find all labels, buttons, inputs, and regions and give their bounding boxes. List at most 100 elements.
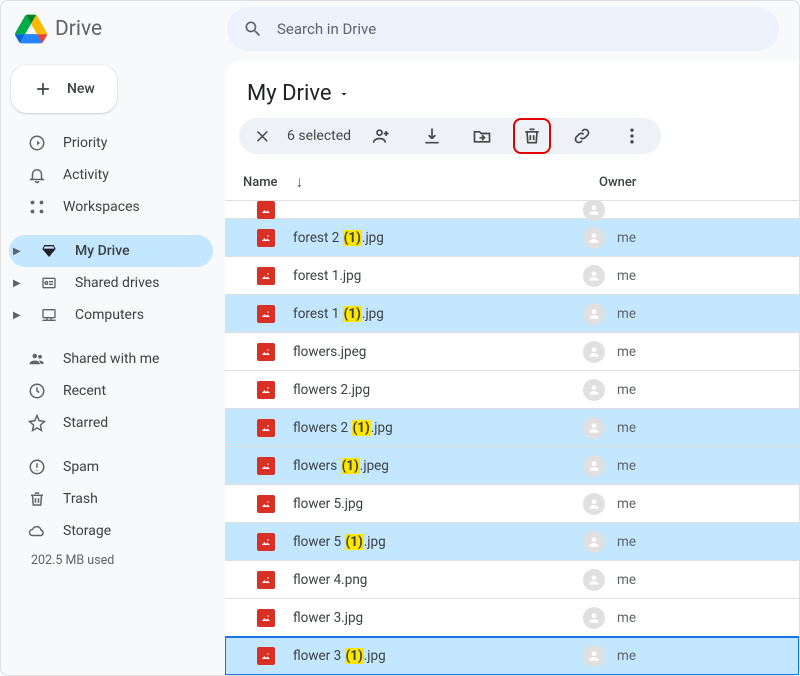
image-icon xyxy=(257,457,275,475)
clear-selection-button[interactable] xyxy=(249,118,275,154)
more-actions-button[interactable] xyxy=(613,118,651,154)
file-row[interactable]: flowers (1).jpeg me xyxy=(225,447,799,485)
owner-avatar-icon xyxy=(583,227,605,249)
file-name: flower 5.jpg xyxy=(293,496,363,512)
image-icon xyxy=(257,201,275,219)
file-row[interactable]: flowers 2.jpg me xyxy=(225,371,799,409)
owner-avatar-icon xyxy=(583,645,605,667)
file-owner: me xyxy=(617,268,636,284)
storage-used: 202.5 MB used xyxy=(9,547,213,568)
image-icon xyxy=(257,609,275,627)
sidebar-item-label: Shared with me xyxy=(63,351,159,367)
workspaces-icon xyxy=(27,198,47,216)
file-owner: me xyxy=(617,610,636,626)
file-row[interactable]: forest 1 (1).jpgme xyxy=(225,295,799,333)
file-owner: me xyxy=(617,458,636,474)
file-name: flowers (1).jpeg xyxy=(293,458,389,474)
new-button-label: New xyxy=(67,81,95,97)
file-row-partial[interactable] xyxy=(225,201,799,219)
expand-icon[interactable]: ▶ xyxy=(13,278,23,289)
file-owner: me xyxy=(617,306,636,322)
bell-icon xyxy=(27,166,47,184)
owner-avatar-icon xyxy=(583,607,605,629)
column-header-name[interactable]: Name xyxy=(243,175,278,190)
file-owner: me xyxy=(617,648,636,664)
file-row[interactable]: forest 2 (1).jpgme xyxy=(225,219,799,257)
file-owner: me xyxy=(617,534,636,550)
sidebar-item-label: Workspaces xyxy=(63,199,140,215)
priority-icon xyxy=(27,134,47,152)
owner-avatar-icon xyxy=(583,201,605,221)
get-link-button[interactable] xyxy=(563,118,601,154)
sidebar-item-shared-drives[interactable]: ▶ Shared drives xyxy=(9,267,213,299)
drive-logo-icon xyxy=(15,13,47,45)
image-icon xyxy=(257,571,275,589)
page-title-text: My Drive xyxy=(247,81,332,106)
share-button[interactable] xyxy=(363,118,401,154)
file-name: flower 5 (1).jpg xyxy=(293,534,386,550)
sidebar-item-spam[interactable]: Spam xyxy=(9,451,213,483)
image-icon xyxy=(257,229,275,247)
sort-arrow-icon[interactable]: ↓ xyxy=(296,172,304,192)
sidebar-item-label: Starred xyxy=(63,415,108,431)
plus-icon xyxy=(33,79,53,99)
file-name: forest 1.jpg xyxy=(293,268,361,284)
sidebar-item-label: Storage xyxy=(63,523,111,539)
cloud-icon xyxy=(27,522,47,540)
selection-count: 6 selected xyxy=(287,128,351,144)
clock-icon xyxy=(27,382,47,400)
expand-icon[interactable]: ▶ xyxy=(13,246,23,257)
delete-button[interactable] xyxy=(513,118,551,154)
sidebar-item-label: My Drive xyxy=(75,243,130,259)
sidebar-item-recent[interactable]: Recent xyxy=(9,375,213,407)
sidebar-item-workspaces[interactable]: Workspaces xyxy=(9,191,213,223)
sidebar-item-computers[interactable]: ▶ Computers xyxy=(9,299,213,331)
sidebar-item-starred[interactable]: Starred xyxy=(9,407,213,439)
file-owner: me xyxy=(617,230,636,246)
sidebar-item-label: Shared drives xyxy=(75,275,159,291)
file-name: flower 4.png xyxy=(293,572,367,588)
star-icon xyxy=(27,414,47,432)
file-row[interactable]: flowers 2 (1).jpgme xyxy=(225,409,799,447)
sidebar-item-label: Trash xyxy=(63,491,98,507)
sidebar-item-label: Priority xyxy=(63,135,107,151)
sidebar-item-trash[interactable]: Trash xyxy=(9,483,213,515)
owner-avatar-icon xyxy=(583,569,605,591)
dropdown-caret-icon xyxy=(338,88,350,100)
expand-icon[interactable]: ▶ xyxy=(13,310,23,321)
download-button[interactable] xyxy=(413,118,451,154)
file-name: flower 3 (1).jpg xyxy=(293,648,386,664)
file-row[interactable]: forest 1.jpg me xyxy=(225,257,799,295)
file-row[interactable]: flower 3 (1).jpg me xyxy=(225,637,799,675)
file-row[interactable]: flower 3.jpgme xyxy=(225,599,799,637)
file-row[interactable]: flower 5 (1).jpg me xyxy=(225,523,799,561)
file-row[interactable]: flowers.jpegme xyxy=(225,333,799,371)
file-owner: me xyxy=(617,344,636,360)
sidebar-item-activity[interactable]: Activity xyxy=(9,159,213,191)
file-owner: me xyxy=(617,382,636,398)
file-name: flowers 2.jpg xyxy=(293,382,370,398)
search-bar[interactable]: Search in Drive xyxy=(227,7,779,51)
owner-avatar-icon xyxy=(583,455,605,477)
people-icon xyxy=(27,350,47,368)
file-row[interactable]: flower 4.pngme xyxy=(225,561,799,599)
sidebar-item-label: Activity xyxy=(63,167,109,183)
file-list: forest 2 (1).jpgmeforest 1.jpgmeforest 1… xyxy=(225,201,799,675)
sidebar-item-priority[interactable]: Priority xyxy=(9,127,213,159)
owner-avatar-icon xyxy=(583,303,605,325)
file-row[interactable]: flower 5.jpg me xyxy=(225,485,799,523)
app-name: Drive xyxy=(55,17,102,41)
new-button[interactable]: New xyxy=(11,65,117,113)
sidebar-item-storage[interactable]: Storage xyxy=(9,515,213,547)
image-icon xyxy=(257,647,275,665)
image-icon xyxy=(257,343,275,361)
file-owner: me xyxy=(617,496,636,512)
file-owner: me xyxy=(617,420,636,436)
page-title[interactable]: My Drive xyxy=(225,61,799,118)
sidebar-item-shared-with-me[interactable]: Shared with me xyxy=(9,343,213,375)
move-button[interactable] xyxy=(463,118,501,154)
column-header-owner[interactable]: Owner xyxy=(599,175,636,190)
sidebar-item-my-drive[interactable]: ▶ My Drive xyxy=(9,235,213,267)
owner-avatar-icon xyxy=(583,265,605,287)
shared-drives-icon xyxy=(39,275,59,291)
